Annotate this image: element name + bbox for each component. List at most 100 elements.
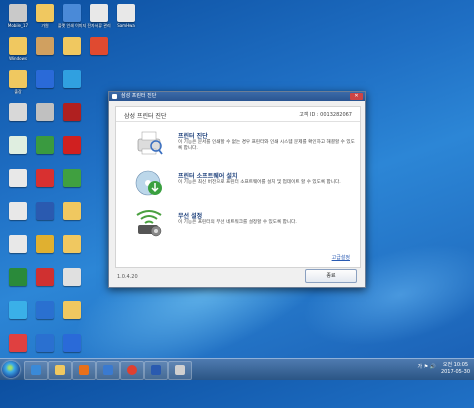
wireless-setup-icon	[136, 210, 162, 237]
shortcut-icon	[36, 37, 54, 55]
desktop-icon[interactable]: Windows	[3, 37, 33, 73]
customer-id: 고객 ID : 0013282067	[299, 112, 352, 118]
taskbar-item-app[interactable]	[96, 361, 120, 380]
desktop-icon[interactable]	[3, 136, 33, 172]
desktop-icon[interactable]	[3, 103, 33, 139]
taskbar-item-word[interactable]	[144, 361, 168, 380]
shortcut-icon	[36, 235, 54, 253]
desktop-icon[interactable]	[30, 37, 60, 73]
shortcut-icon	[9, 103, 27, 121]
shortcut-icon	[63, 268, 81, 286]
taskbar-item-explorer[interactable]	[48, 361, 72, 380]
desktop-icon[interactable]	[57, 103, 87, 139]
desktop-icon[interactable]	[3, 301, 33, 337]
taskbar-item-chrome[interactable]	[120, 361, 144, 380]
desktop-icon[interactable]	[57, 301, 87, 337]
system-tray[interactable]: 가 ⚑ 🔊	[418, 363, 437, 370]
panel-header: 삼성 프린터 진단 고객 ID : 0013282067	[116, 107, 360, 122]
desktop-icon[interactable]	[30, 136, 60, 172]
shortcut-icon	[63, 334, 81, 352]
shortcut-icon	[9, 4, 27, 22]
option-wireless-setup[interactable]: 무선 설정 이 기능은 프린터의 무선 네트워크를 설정할 수 있도록 합니다.	[128, 207, 353, 241]
desktop-icon[interactable]	[30, 70, 60, 106]
folder-icon	[55, 365, 65, 375]
panel-title: 삼성 프린터 진단	[124, 113, 167, 120]
shortcut-icon	[63, 103, 81, 121]
desktop-icon[interactable]	[30, 301, 60, 337]
exit-button[interactable]: 종료	[305, 269, 357, 283]
desktop-icon-label: SamHwa	[117, 23, 135, 28]
desktop-icon[interactable]	[57, 70, 87, 106]
desktop-icon[interactable]	[57, 268, 87, 304]
desktop-icon[interactable]	[30, 169, 60, 205]
desktop-icon[interactable]	[30, 235, 60, 271]
advanced-settings-link[interactable]: 고급설정	[332, 254, 350, 261]
shortcut-icon	[90, 4, 108, 22]
desktop-icon-label: 출장	[14, 89, 22, 94]
option-description: 이 기능은 프린터의 무선 네트워크를 설정할 수 있도록 합니다.	[178, 220, 297, 225]
shortcut-icon	[9, 37, 27, 55]
desktop-icon[interactable]	[57, 169, 87, 205]
shortcut-icon	[90, 37, 108, 55]
desktop-icon-label: Mobile_17	[7, 23, 29, 28]
option-title: 프린터 소프트웨어 설치	[178, 173, 238, 180]
shortcut-icon	[36, 4, 54, 22]
desktop-icon[interactable]	[57, 202, 87, 238]
desktop-icon[interactable]: Mobile_17	[3, 4, 33, 40]
shortcut-icon	[36, 268, 54, 286]
close-button[interactable]: ✕	[350, 93, 363, 100]
shortcut-icon	[63, 202, 81, 220]
diagnostic-panel: 삼성 프린터 진단 고객 ID : 0013282067 프린터 진단 이 기능…	[115, 106, 361, 268]
shortcut-icon	[9, 70, 27, 88]
option-description: 이 기능은 문서를 인쇄할 수 없는 경우 프린터와 인쇄 시스템 문제를 확인…	[178, 140, 355, 151]
desktop-icon[interactable]	[3, 268, 33, 304]
desktop-icon[interactable]: 전자서류 관리	[84, 4, 114, 40]
start-button[interactable]	[2, 361, 20, 378]
desktop-icon[interactable]	[84, 37, 114, 73]
desktop-icon[interactable]	[57, 37, 87, 73]
software-install-icon	[135, 170, 162, 196]
desktop-icon[interactable]	[30, 103, 60, 139]
option-description: 이 기능은 최신 버전으로 프린터 소프트웨어를 설치 및 업데이트 할 수 있…	[178, 180, 341, 185]
shortcut-icon	[117, 4, 135, 22]
taskbar-item-printer-diagnostic[interactable]	[168, 361, 192, 380]
desktop-icon-label: 플랫 인쇄 이미지	[57, 23, 87, 28]
shortcut-icon	[36, 169, 54, 187]
printer-diagnostic-dialog: 삼성 프린터 진단 ✕ 삼성 프린터 진단 고객 ID : 0013282067…	[108, 91, 366, 288]
desktop-icon[interactable]	[30, 202, 60, 238]
option-title: 무선 설정	[178, 213, 203, 220]
clock[interactable]: 오전 10:05 2017-05-30	[441, 362, 470, 376]
chrome-icon	[127, 365, 137, 375]
shortcut-icon	[36, 70, 54, 88]
app-icon	[112, 94, 117, 99]
shortcut-icon	[63, 37, 81, 55]
desktop-icon[interactable]: 출장	[3, 70, 33, 106]
shortcut-icon	[9, 268, 27, 286]
desktop-icon[interactable]	[3, 235, 33, 271]
shortcut-icon	[9, 301, 27, 319]
ie-icon	[31, 365, 41, 375]
desktop-icon[interactable]: 가원	[30, 4, 60, 40]
option-software-install[interactable]: 프린터 소프트웨어 설치 이 기능은 최신 버전으로 프린터 소프트웨어를 설치…	[128, 167, 353, 201]
clock-time: 오전 10:05	[442, 362, 469, 368]
version-label: 1.0.4.20	[117, 274, 138, 280]
app-icon	[103, 365, 113, 375]
dialog-titlebar[interactable]: 삼성 프린터 진단 ✕	[109, 92, 365, 101]
desktop-icon[interactable]	[3, 202, 33, 238]
desktop-icon[interactable]: SamHwa	[111, 4, 141, 40]
taskbar-item-media[interactable]	[72, 361, 96, 380]
desktop-icon[interactable]	[3, 169, 33, 205]
desktop-icon[interactable]	[57, 136, 87, 172]
desktop-icon[interactable]	[30, 268, 60, 304]
shortcut-icon	[63, 136, 81, 154]
option-printer-diagnose[interactable]: 프린터 진단 이 기능은 문서를 인쇄할 수 없는 경우 프린터와 인쇄 시스템…	[128, 127, 355, 161]
shortcut-icon	[63, 70, 81, 88]
shortcut-icon	[36, 202, 54, 220]
desktop-icon[interactable]	[57, 235, 87, 271]
shortcut-icon	[63, 301, 81, 319]
desktop-icon[interactable]: 플랫 인쇄 이미지	[57, 4, 87, 40]
word-icon	[151, 365, 161, 375]
taskbar-item-ie[interactable]	[24, 361, 48, 380]
desktop-icon-label: 전자서류 관리	[87, 23, 111, 28]
shortcut-icon	[63, 169, 81, 187]
